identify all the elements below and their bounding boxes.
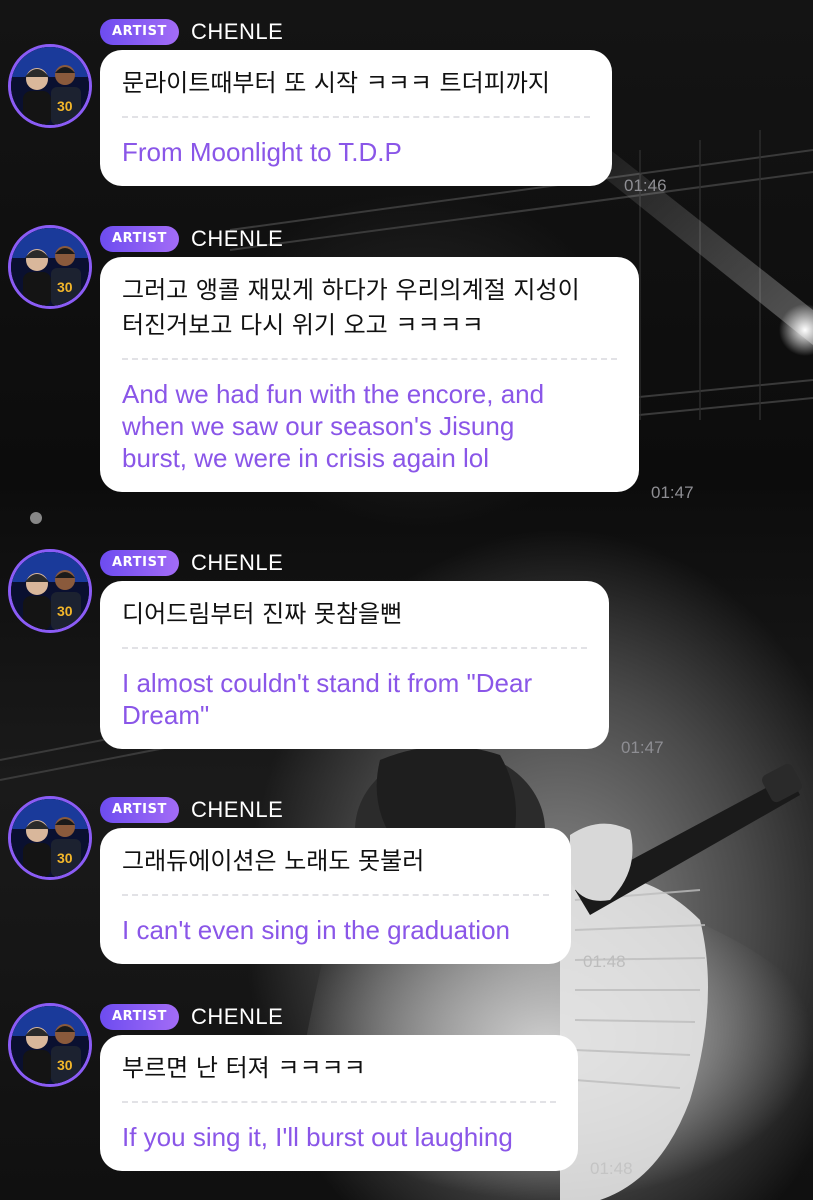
sender-name: CHENLE [191,1004,284,1029]
original-text: 문라이트때부터 또 시작 ㅋㅋㅋ 트더피까지 [122,69,550,97]
svg-text:30: 30 [57,1057,73,1073]
original-text: 그러고 앵콜 재밌게 하다가 우리의계절 지성이 터진거보고 다시 위기 오고 … [122,276,580,339]
sender-name: CHENLE [191,226,284,251]
avatar[interactable]: 30 [8,549,92,633]
message-bubble[interactable]: 그래듀에이션은 노래도 못불러 I can't even sing in the… [100,828,571,964]
timestamp: 01:47 [621,738,664,757]
timestamp: 01:48 [590,1159,633,1178]
svg-text:30: 30 [57,98,73,114]
message-bubble[interactable]: 디어드림부터 진짜 못참을뻔 I almost couldn't stand i… [100,581,609,749]
message-header: ARTIST CHENLE [100,225,283,253]
translation-text: I almost couldn't stand it from "Dear Dr… [122,668,533,730]
avatar[interactable]: 30 [8,1003,92,1087]
original-text: 디어드림부터 진짜 못참을뻔 [122,600,403,628]
translation-text: If you sing it, I'll burst out laughing [122,1122,513,1152]
artist-badge: ARTIST [100,1004,180,1030]
sender-name: CHENLE [191,19,284,44]
message-header: ARTIST CHENLE [100,18,283,46]
original-text: 그래듀에이션은 노래도 못불러 [122,847,425,875]
sender-name: CHENLE [191,797,284,822]
avatar-photo: 30 [11,228,89,306]
artist-badge: ARTIST [100,797,180,823]
message-bubble[interactable]: 그러고 앵콜 재밌게 하다가 우리의계절 지성이 터진거보고 다시 위기 오고 … [100,257,639,492]
avatar-photo: 30 [11,1006,89,1084]
timestamp: 01:48 [583,952,626,971]
avatar[interactable]: 30 [8,796,92,880]
message-header: ARTIST CHENLE [100,796,283,824]
avatar-photo: 30 [11,552,89,630]
sender-name: CHENLE [191,550,284,575]
message-bubble[interactable]: 부르면 난 터져 ㅋㅋㅋㅋ If you sing it, I'll burst… [100,1035,578,1171]
original-text: 부르면 난 터져 ㅋㅋㅋㅋ [122,1054,366,1082]
message-bubble[interactable]: 문라이트때부터 또 시작 ㅋㅋㅋ 트더피까지 From Moonlight to… [100,50,612,186]
avatar[interactable]: 30 [8,225,92,309]
translation-text: From Moonlight to T.D.P [122,137,402,167]
message-header: ARTIST CHENLE [100,549,283,577]
svg-text:30: 30 [57,850,73,866]
artist-badge: ARTIST [100,550,180,576]
avatar-photo: 30 [11,47,89,125]
avatar-photo: 30 [11,799,89,877]
translation-text: I can't even sing in the graduation [122,915,511,945]
svg-text:30: 30 [57,279,73,295]
avatar[interactable]: 30 [8,44,92,128]
artist-badge: ARTIST [100,226,180,252]
timestamp: 01:46 [624,176,667,195]
artist-badge: ARTIST [100,19,180,45]
timestamp: 01:47 [651,483,694,502]
message-header: ARTIST CHENLE [100,1003,283,1031]
translation-text: And we had fun with the encore, and when… [122,379,545,473]
svg-text:30: 30 [57,603,73,619]
